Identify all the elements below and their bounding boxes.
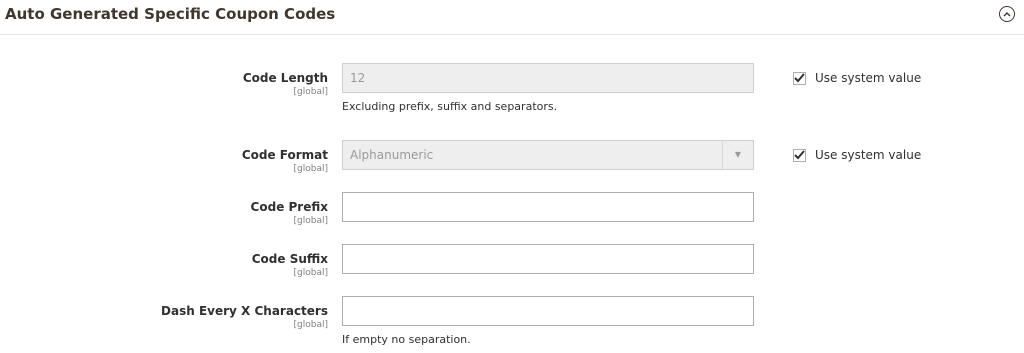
section-title: Auto Generated Specific Coupon Codes [5, 5, 336, 23]
code-length-use-system-label: Use system value [815, 71, 922, 85]
code-length-use-system-checkbox[interactable] [793, 71, 806, 85]
code-format-use-system[interactable]: Use system value [793, 148, 921, 162]
dash-every-input[interactable] [342, 296, 754, 326]
checkmark-icon [794, 150, 805, 160]
code-length-value: 12 [350, 71, 366, 85]
code-prefix-input[interactable] [342, 192, 754, 222]
code-suffix-label: Code Suffix [251, 252, 328, 266]
chevron-up-icon [1003, 12, 1011, 17]
code-format-select[interactable]: Alphanumeric ▼ [342, 140, 754, 170]
code-format-use-system-checkbox[interactable] [793, 148, 806, 162]
code-length-scope: [global] [293, 87, 328, 97]
code-prefix-scope: [global] [293, 216, 328, 226]
code-suffix-scope: [global] [293, 268, 328, 278]
code-suffix-input[interactable] [342, 244, 754, 274]
collapse-icon[interactable] [999, 6, 1015, 22]
code-format-scope: [global] [293, 164, 328, 174]
dash-every-scope: [global] [293, 320, 328, 330]
code-length-input[interactable]: 12 [342, 63, 754, 93]
dash-every-note: If empty no separation. [342, 333, 471, 346]
section-header[interactable]: Auto Generated Specific Coupon Codes [0, 0, 1024, 35]
checkmark-icon [794, 73, 805, 83]
code-format-value: Alphanumeric [350, 148, 434, 162]
code-length-use-system[interactable]: Use system value [793, 71, 921, 85]
code-prefix-label: Code Prefix [250, 200, 328, 214]
code-length-note: Excluding prefix, suffix and separators. [342, 100, 558, 113]
triangle-down-icon[interactable]: ▼ [722, 141, 753, 169]
dash-every-label: Dash Every X Characters [161, 304, 328, 318]
code-format-use-system-label: Use system value [815, 148, 922, 162]
code-format-label: Code Format [241, 148, 328, 162]
code-length-label: Code Length [242, 71, 328, 85]
